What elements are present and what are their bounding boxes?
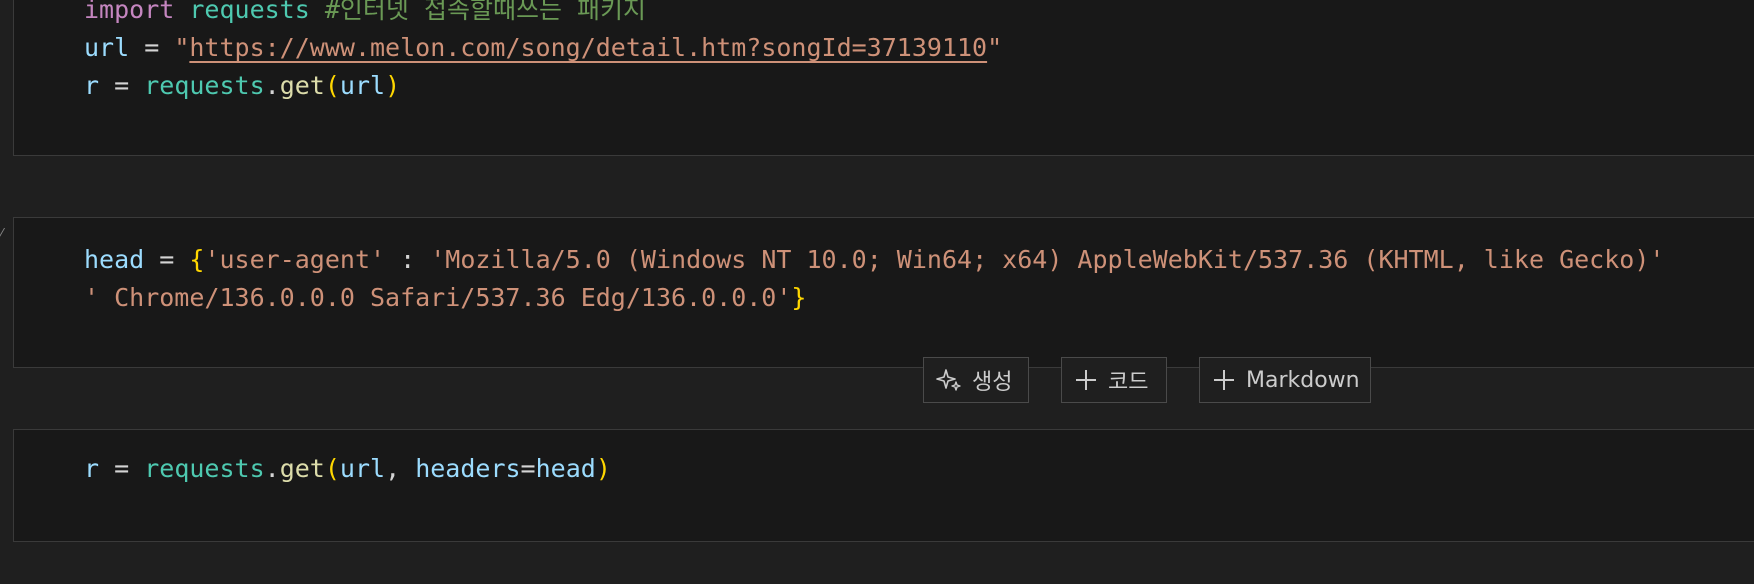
- variable: url: [84, 33, 130, 62]
- module-name: requests: [144, 71, 265, 100]
- argument: url: [339, 454, 386, 483]
- operator: =: [144, 245, 190, 274]
- add-code-cell-button[interactable]: 코드: [1061, 357, 1167, 403]
- comment: #인터넷 접속할때쓰는 패키지: [324, 0, 647, 24]
- module-name: requests: [144, 454, 265, 483]
- code-cell-3[interactable]: r = requests.get(url, headers=head): [13, 429, 1754, 542]
- code-cell-1[interactable]: import requests #인터넷 접속할때쓰는 패키지 url = "h…: [13, 0, 1754, 156]
- notebook-editor: import requests #인터넷 접속할때쓰는 패키지 url = "h…: [0, 0, 1754, 584]
- paren: ): [595, 454, 611, 483]
- dict-key: 'user-agent': [204, 245, 386, 274]
- paren: ): [385, 71, 401, 100]
- keyword-argument: headers: [415, 454, 521, 483]
- plus-icon: [1212, 368, 1236, 392]
- code-line: r = requests.get(url): [84, 67, 400, 105]
- operator: =: [520, 454, 536, 483]
- dot: .: [264, 454, 280, 483]
- variable: head: [84, 245, 145, 274]
- add-markdown-cell-button[interactable]: Markdown: [1199, 357, 1371, 403]
- code-line: import requests #인터넷 접속할때쓰는 패키지: [84, 0, 646, 29]
- paren: (: [324, 71, 340, 100]
- argument: url: [339, 71, 386, 100]
- cell-collapse-indicator[interactable]: [0, 228, 12, 242]
- code-line: ' Chrome/136.0.0.0 Safari/537.36 Edg/136…: [84, 279, 806, 317]
- generate-label: 생성: [972, 370, 1013, 395]
- keyword: import: [84, 0, 175, 24]
- code-line: head = {'user-agent' : 'Mozilla/5.0 (Win…: [84, 241, 1664, 279]
- module-name: requests: [189, 0, 310, 24]
- markdown-label: Markdown: [1246, 367, 1360, 393]
- operator: =: [129, 33, 175, 62]
- operator: =: [99, 71, 145, 100]
- dict-value: 'Mozilla/5.0 (Windows NT 10.0; Win64; x6…: [430, 245, 1665, 274]
- comma: ,: [385, 454, 416, 483]
- code-line: url = "https://www.melon.com/song/detail…: [84, 29, 1002, 67]
- url-link[interactable]: https://www.melon.com/song/detail.htm?so…: [189, 33, 987, 62]
- brace: {: [189, 245, 205, 274]
- function-name: get: [279, 454, 325, 483]
- paren: (: [324, 454, 340, 483]
- generate-button[interactable]: 생성: [923, 357, 1029, 403]
- sparkle-icon: [936, 367, 962, 393]
- string-quote: ": [987, 33, 1003, 62]
- variable: r: [84, 71, 100, 100]
- dot: .: [264, 71, 280, 100]
- colon: :: [385, 245, 431, 274]
- code-label: 코드: [1108, 370, 1149, 395]
- variable: r: [84, 454, 100, 483]
- function-name: get: [279, 71, 325, 100]
- string-quote: ": [174, 33, 190, 62]
- code-line: r = requests.get(url, headers=head): [84, 450, 611, 488]
- dict-value: ' Chrome/136.0.0.0 Safari/537.36 Edg/136…: [84, 283, 792, 312]
- plus-icon: [1074, 368, 1098, 392]
- operator: =: [99, 454, 145, 483]
- argument: head: [535, 454, 596, 483]
- brace: }: [791, 283, 807, 312]
- code-cell-2[interactable]: head = {'user-agent' : 'Mozilla/5.0 (Win…: [13, 217, 1754, 368]
